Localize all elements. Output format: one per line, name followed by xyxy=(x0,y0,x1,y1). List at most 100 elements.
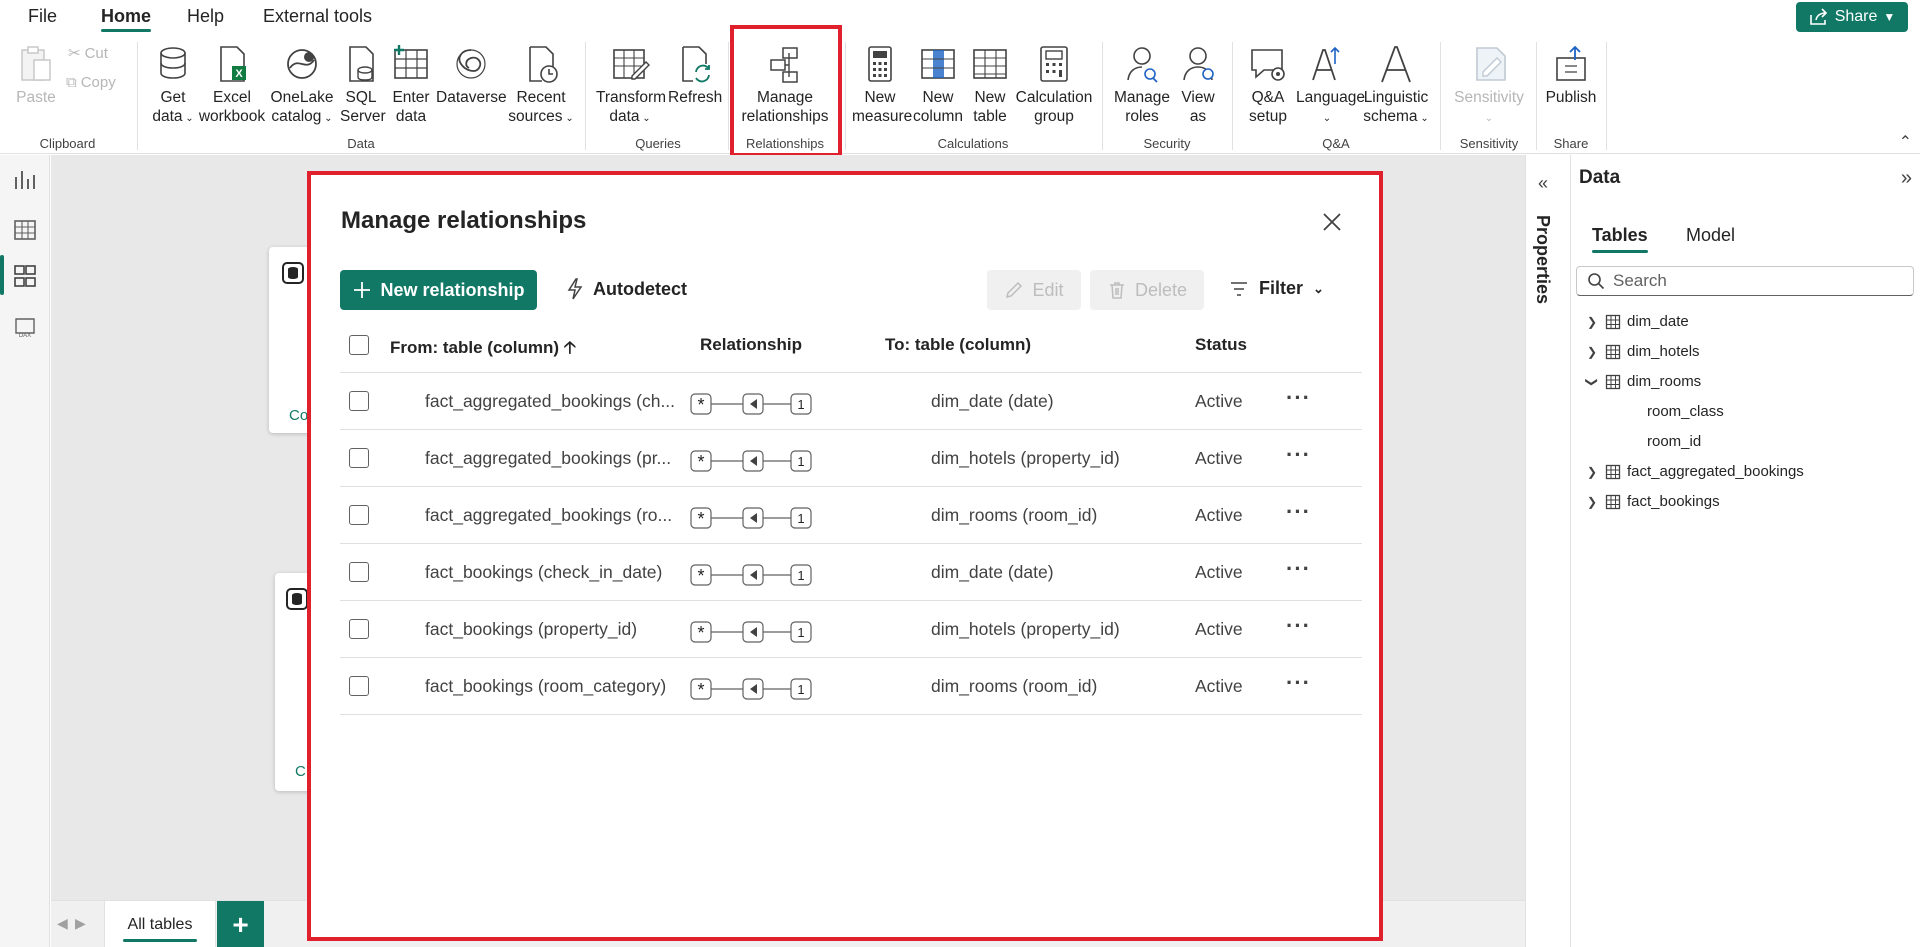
svg-text:1: 1 xyxy=(797,454,804,469)
table-row[interactable]: fact_aggregated_bookings (ch... * 1 dim_d… xyxy=(340,373,1362,430)
sensitivity-button[interactable]: Sensitivity ⌄ xyxy=(1450,44,1528,128)
dataverse-button[interactable]: Dataverse xyxy=(436,44,507,107)
search-icon xyxy=(1588,273,1605,290)
new-measure-button[interactable]: New measure xyxy=(852,44,912,126)
onelake-catalog-button[interactable]: OneLake catalog ⌄ xyxy=(270,44,334,128)
new-column-button[interactable]: New column xyxy=(910,44,966,126)
table-row[interactable]: fact_bookings (room_category) * 1 dim_roo… xyxy=(340,658,1362,715)
chevron-left-icon[interactable]: ◀ xyxy=(57,915,68,932)
svg-text:*: * xyxy=(697,395,704,415)
chevron-right-icon[interactable]: ❯ xyxy=(1585,345,1599,359)
row-checkbox[interactable] xyxy=(349,562,369,582)
chevron-right-icon[interactable]: ❯ xyxy=(1585,495,1599,509)
search-input[interactable] xyxy=(1613,271,1893,291)
tab-all-tables[interactable]: All tables xyxy=(104,901,216,947)
view-as-button[interactable]: View as xyxy=(1174,44,1222,126)
menu-file[interactable]: File xyxy=(28,6,57,27)
highlight-manage-relationships xyxy=(730,25,842,157)
report-view-icon[interactable] xyxy=(12,167,38,193)
collapse-data-pane-icon[interactable]: » xyxy=(1901,167,1912,190)
close-icon[interactable] xyxy=(1321,211,1343,233)
more-options-icon[interactable]: ··· xyxy=(1286,499,1311,525)
table-row[interactable]: fact_aggregated_bookings (ro... * 1 dim_r… xyxy=(340,487,1362,544)
calculation-group-button[interactable]: Calculation group xyxy=(1014,44,1094,126)
row-checkbox[interactable] xyxy=(349,505,369,525)
table-item-dim-rooms[interactable]: ❯ dim_rooms xyxy=(1585,373,1701,390)
transform-data-button[interactable]: Transform data ⌄ xyxy=(596,44,667,128)
row-checkbox[interactable] xyxy=(349,619,369,639)
get-data-button[interactable]: Get data ⌄ xyxy=(148,44,198,128)
table-item-dim-date[interactable]: ❯ dim_date xyxy=(1585,313,1689,330)
copy-button[interactable]: ⧉ Copy xyxy=(66,74,116,91)
enter-data-label-2: data xyxy=(395,108,427,125)
tab-tables[interactable]: Tables xyxy=(1592,225,1648,253)
sql-server-button[interactable]: SQL Server xyxy=(340,44,386,126)
tab-model[interactable]: Model xyxy=(1686,225,1735,246)
manage-roles-label-2: roles xyxy=(1125,108,1159,125)
chevron-right-icon[interactable]: ❯ xyxy=(1585,465,1599,479)
column-item-room-class[interactable]: room_class xyxy=(1647,403,1724,420)
menu-help[interactable]: Help xyxy=(187,6,224,27)
table-card-icon xyxy=(282,262,304,284)
model-view-icon[interactable] xyxy=(12,263,38,289)
cut-button[interactable]: ✂ Cut xyxy=(68,44,108,63)
column-header-from[interactable]: From: table (column) 🡡 xyxy=(390,335,576,364)
more-options-icon[interactable]: ··· xyxy=(1286,670,1311,696)
more-options-icon[interactable]: ··· xyxy=(1286,442,1311,468)
chevron-down-icon[interactable]: ❯ xyxy=(1585,375,1599,389)
more-options-icon[interactable]: ··· xyxy=(1286,385,1311,411)
column-header-to[interactable]: To: table (column) xyxy=(885,335,1031,355)
table-row[interactable]: fact_bookings (property_id) * 1 dim_hotel… xyxy=(340,601,1362,658)
new-relationship-button[interactable]: New relationship xyxy=(340,270,537,310)
filter-button[interactable]: Filter ⌄ xyxy=(1229,278,1324,299)
dax-query-view-icon[interactable]: DAX xyxy=(12,313,38,339)
recent-label-1: Recent xyxy=(516,89,566,106)
new-table-button[interactable]: New table xyxy=(968,44,1012,126)
column-item-room-id[interactable]: room_id xyxy=(1647,433,1701,450)
edit-button[interactable]: Edit xyxy=(987,270,1081,310)
enter-data-button[interactable]: Enter data xyxy=(390,44,432,126)
chevron-right-icon[interactable]: ❯ xyxy=(1585,315,1599,329)
column-header-relationship[interactable]: Relationship xyxy=(700,335,802,355)
row-checkbox[interactable] xyxy=(349,391,369,411)
language-button[interactable]: Language ⌄ xyxy=(1296,44,1365,128)
transform-label-1: Transform xyxy=(596,89,667,106)
table-row[interactable]: fact_aggregated_bookings (pr... * 1 dim_h… xyxy=(340,430,1362,487)
row-from: fact_bookings (room_category) xyxy=(425,676,667,696)
delete-label: Delete xyxy=(1134,279,1188,300)
properties-label[interactable]: Properties xyxy=(1532,215,1553,304)
table-view-icon[interactable] xyxy=(12,217,38,243)
column-header-status[interactable]: Status xyxy=(1195,335,1247,355)
linguistic-schema-button[interactable]: Linguistic schema ⌄ xyxy=(1362,44,1430,128)
row-checkbox[interactable] xyxy=(349,448,369,468)
excel-workbook-button[interactable]: X Excel workbook xyxy=(198,44,266,126)
autodetect-button[interactable]: Autodetect xyxy=(565,278,687,300)
recent-sources-button[interactable]: Recent sources ⌄ xyxy=(508,44,574,128)
share-button[interactable]: Share ▼ xyxy=(1796,2,1908,32)
chevron-right-icon[interactable]: ▶ xyxy=(75,915,86,932)
add-layout-button[interactable]: + xyxy=(217,901,264,947)
select-all-checkbox[interactable] xyxy=(349,335,369,355)
table-item-fact-bookings[interactable]: ❯ fact_bookings xyxy=(1585,493,1720,510)
expand-properties-icon[interactable]: « xyxy=(1538,173,1548,194)
row-checkbox[interactable] xyxy=(349,676,369,696)
group-label-sensitivity: Sensitivity xyxy=(1459,136,1519,151)
menu-external-tools[interactable]: External tools xyxy=(263,6,372,27)
paste-button[interactable]: Paste xyxy=(16,44,56,107)
table-item-fact-aggregated-bookings[interactable]: ❯ fact_aggregated_bookings xyxy=(1585,463,1804,480)
more-options-icon[interactable]: ··· xyxy=(1286,613,1311,639)
manage-roles-button[interactable]: Manage roles xyxy=(1112,44,1172,126)
qa-setup-button[interactable]: Q&A setup xyxy=(1242,44,1294,126)
table-item-dim-hotels[interactable]: ❯ dim_hotels xyxy=(1585,343,1700,360)
table-name: fact_bookings xyxy=(1627,493,1720,510)
delete-button[interactable]: Delete xyxy=(1090,270,1204,310)
get-data-label-2: data xyxy=(152,108,183,125)
collapse-ribbon-icon[interactable]: ⌃ xyxy=(1899,132,1912,152)
menu-home[interactable]: Home xyxy=(101,6,152,32)
refresh-button[interactable]: Refresh xyxy=(668,44,722,107)
publish-button[interactable]: Publish xyxy=(1544,44,1598,107)
table-row[interactable]: fact_bookings (check_in_date) * 1 dim_dat… xyxy=(340,544,1362,601)
excel-label-1: Excel xyxy=(213,89,251,106)
more-options-icon[interactable]: ··· xyxy=(1286,556,1311,582)
row-from: fact_bookings (check_in_date) xyxy=(425,562,663,582)
